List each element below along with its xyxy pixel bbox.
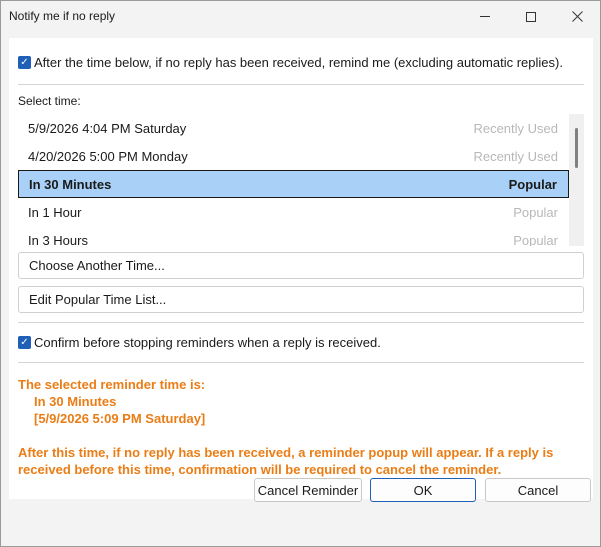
- time-item-hint: Popular: [508, 176, 557, 192]
- time-list-item[interactable]: 4/20/2026 5:00 PM Monday Recently Used: [18, 142, 569, 170]
- dialog-content: ✓ After the time below, if no reply has …: [9, 38, 593, 499]
- select-time-label: Select time:: [18, 94, 81, 108]
- time-item-text: 5/9/2026 4:04 PM Saturday: [28, 120, 187, 136]
- time-item-hint: Popular: [513, 204, 558, 220]
- confirm-checkbox[interactable]: ✓: [18, 336, 31, 349]
- maximize-button[interactable]: [508, 1, 554, 32]
- minimize-icon: [480, 16, 490, 17]
- confirm-checkbox-row[interactable]: ✓ Confirm before stopping reminders when…: [18, 335, 381, 350]
- summary-note-line-2: received before this time, confirmation …: [18, 462, 502, 477]
- time-list[interactable]: 5/9/2026 4:04 PM Saturday Recently Used …: [18, 114, 584, 246]
- time-item-hint: Popular: [513, 232, 558, 247]
- scrollbar-thumb[interactable]: [575, 128, 578, 168]
- close-icon: [571, 11, 583, 22]
- maximize-icon: [526, 11, 536, 22]
- dialog-window: Notify me if no reply ✓ After the time b…: [0, 0, 601, 547]
- time-list-item[interactable]: 5/9/2026 4:04 PM Saturday Recently Used: [18, 114, 569, 142]
- title-bar: Notify me if no reply: [1, 1, 600, 32]
- time-item-text: 4/20/2026 5:00 PM Monday: [28, 148, 188, 164]
- ok-button[interactable]: OK: [370, 478, 476, 502]
- window-title: Notify me if no reply: [9, 9, 116, 23]
- edit-popular-time-list-button[interactable]: Edit Popular Time List...: [18, 286, 584, 313]
- time-item-hint: Recently Used: [473, 120, 558, 136]
- summary-heading: The selected reminder time is:: [18, 377, 206, 392]
- cancel-reminder-button[interactable]: Cancel Reminder: [254, 478, 362, 502]
- time-list-scrollbar[interactable]: [569, 114, 584, 246]
- divider: [18, 322, 584, 323]
- time-list-item-selected[interactable]: In 30 Minutes Popular: [18, 170, 569, 198]
- close-button[interactable]: [554, 1, 600, 32]
- time-item-text: In 30 Minutes: [29, 176, 112, 192]
- time-item-hint: Recently Used: [473, 148, 558, 164]
- remind-checkbox[interactable]: ✓: [18, 56, 31, 69]
- remind-checkbox-label: After the time below, if no reply has be…: [34, 55, 563, 70]
- summary-time-label: In 30 Minutes: [34, 394, 117, 409]
- divider: [18, 362, 584, 363]
- cancel-button[interactable]: Cancel: [485, 478, 591, 502]
- minimize-button[interactable]: [462, 1, 508, 32]
- summary-note-line-1: After this time, if no reply has been re…: [18, 445, 554, 460]
- confirm-checkbox-label: Confirm before stopping reminders when a…: [34, 335, 381, 350]
- divider: [18, 84, 584, 85]
- choose-another-time-button[interactable]: Choose Another Time...: [18, 252, 584, 279]
- time-item-text: In 3 Hours: [28, 232, 88, 247]
- remind-checkbox-row[interactable]: ✓ After the time below, if no reply has …: [18, 55, 563, 70]
- time-list-item[interactable]: In 3 Hours Popular: [18, 226, 569, 247]
- time-item-text: In 1 Hour: [28, 204, 82, 220]
- summary-time-value: [5/9/2026 5:09 PM Saturday]: [34, 411, 206, 426]
- time-list-item[interactable]: In 1 Hour Popular: [18, 198, 569, 226]
